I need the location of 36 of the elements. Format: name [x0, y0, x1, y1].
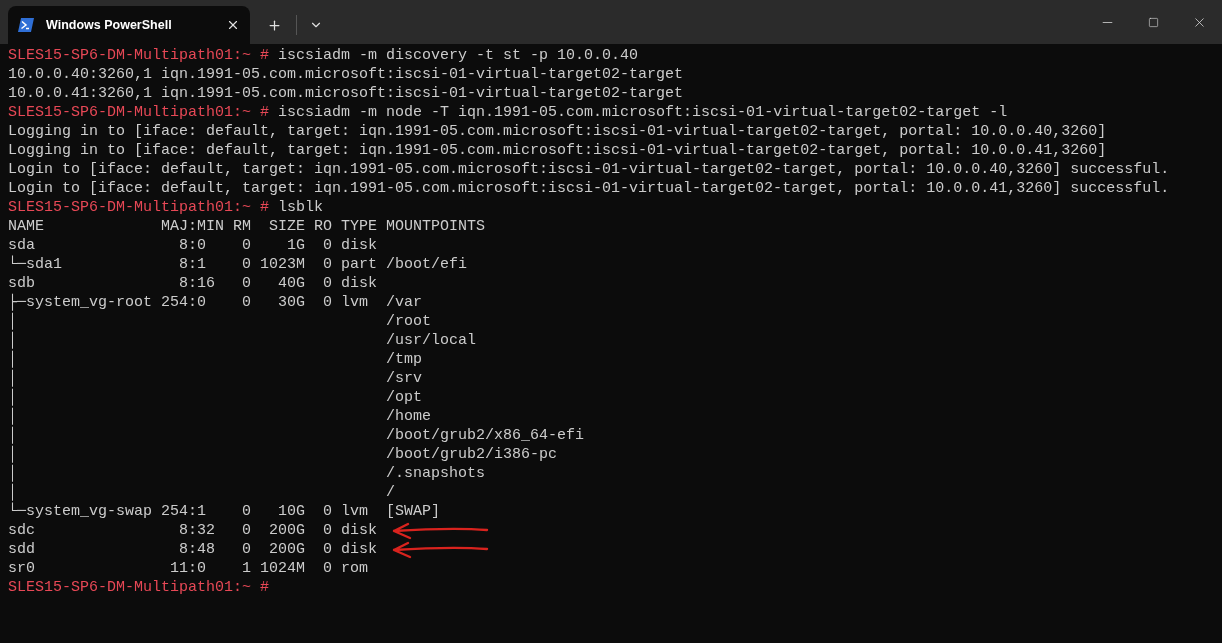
- output-line: │ /srv: [8, 369, 423, 388]
- output-line: │ /.snapshots: [8, 464, 486, 483]
- output-line: sda 8:0 0 1G 0 disk: [8, 236, 378, 255]
- command-text: iscsiadm -m discovery -t st -p 10.0.0.40: [277, 46, 639, 65]
- output-line: └─sda1 8:1 0 1023M 0 part /boot/efi: [8, 255, 468, 274]
- shell-prompt: SLES15-SP6-DM-Multipath01:~ #: [8, 103, 270, 122]
- shell-prompt: SLES15-SP6-DM-Multipath01:~ #: [8, 46, 270, 65]
- output-line: Login to [iface: default, target: iqn.1991-05.com.microsoft:iscsi-01-virtual-target02-target, portal: 10.0.0.40,3260] successful.: [8, 160, 1170, 179]
- output-line: sdb 8:16 0 40G 0 disk: [8, 274, 378, 293]
- output-line: NAME MAJ:MIN RM SIZE RO TYPE MOUNTPOINTS: [8, 217, 486, 236]
- output-line: Logging in to [iface: default, target: iqn.1991-05.com.microsoft:iscsi-01-virtual-target02-target, portal: 10.0.0.41,3260]: [8, 141, 1107, 160]
- shell-prompt: SLES15-SP6-DM-Multipath01:~ #: [8, 198, 270, 217]
- output-line: Login to [iface: default, target: iqn.1991-05.com.microsoft:iscsi-01-virtual-target02-target, portal: 10.0.0.41,3260] successful.: [8, 179, 1170, 198]
- output-line: 10.0.0.41:3260,1 iqn.1991-05.com.microsoft:iscsi-01-virtual-target02-target: [8, 84, 684, 103]
- output-line: │ /boot/grub2/x86_64-efi: [8, 426, 585, 445]
- output-line: │ /: [8, 483, 396, 502]
- close-tab-icon[interactable]: [226, 18, 240, 32]
- output-line: sdd 8:48 0 200G 0 disk: [8, 540, 378, 559]
- output-line: │ /home: [8, 407, 432, 426]
- tab-title: Windows PowerShell: [46, 18, 173, 32]
- command-text: iscsiadm -m node -T iqn.1991-05.com.microsoft:iscsi-01-virtual-target02-target -l: [277, 103, 1008, 122]
- output-line: │ /tmp: [8, 350, 423, 369]
- output-line: │ /usr/local: [8, 331, 477, 350]
- output-line: │ /root: [8, 312, 432, 331]
- output-line: 10.0.0.40:3260,1 iqn.1991-05.com.microsoft:iscsi-01-virtual-target02-target: [8, 65, 684, 84]
- output-line: │ /boot/grub2/i386-pc: [8, 445, 558, 464]
- terminal-tab[interactable]: Windows PowerShell: [8, 6, 250, 44]
- output-line: └─system_vg-swap 254:1 0 10G 0 lvm [SWAP]: [8, 502, 441, 521]
- powershell-icon: [18, 18, 34, 32]
- shell-prompt: SLES15-SP6-DM-Multipath01:~ #: [8, 578, 270, 597]
- output-line: ├─system_vg-root 254:0 0 30G 0 lvm /var: [8, 293, 423, 312]
- output-line: sr0 11:0 1 1024M 0 rom: [8, 559, 369, 578]
- output-line: sdc 8:32 0 200G 0 disk: [8, 521, 378, 540]
- command-text: lsblk: [277, 198, 324, 217]
- output-line: Logging in to [iface: default, target: iqn.1991-05.com.microsoft:iscsi-01-virtual-target02-target, portal: 10.0.0.40,3260]: [8, 122, 1107, 141]
- output-line: │ /opt: [8, 388, 423, 407]
